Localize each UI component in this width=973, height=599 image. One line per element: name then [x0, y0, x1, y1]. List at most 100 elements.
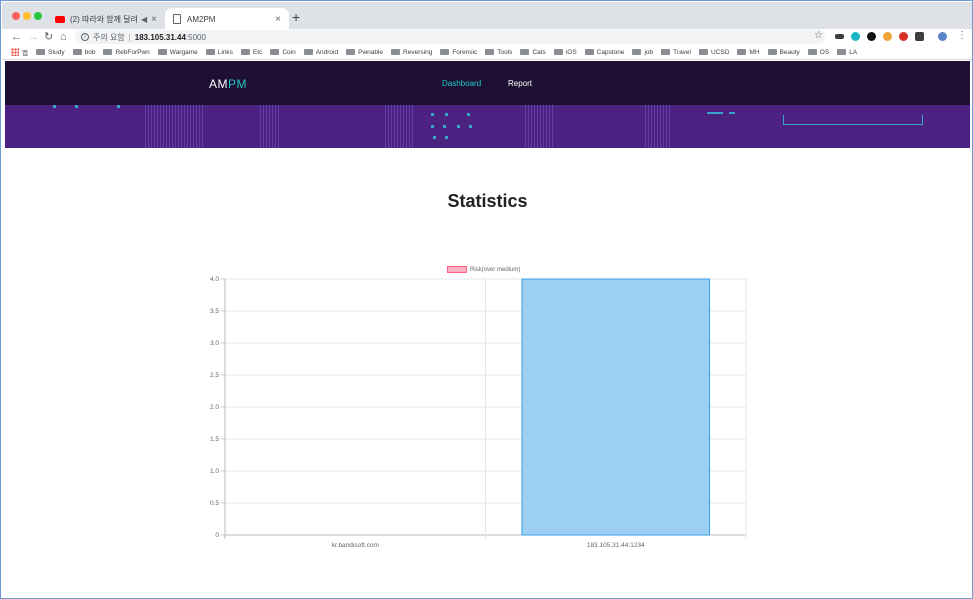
folder-icon	[35, 49, 45, 55]
bookmark-folder[interactable]: Pwnable	[346, 49, 383, 56]
bookmark-folder[interactable]: Tools	[485, 49, 512, 56]
profile-avatar-icon[interactable]	[938, 32, 947, 41]
hero-banner	[5, 105, 970, 148]
bookmark-folder[interactable]: RebForPwn	[103, 49, 150, 56]
decorative-stripes	[145, 105, 205, 148]
folder-icon	[240, 49, 250, 55]
folder-icon	[391, 49, 401, 55]
folder-icon	[485, 49, 495, 55]
info-icon[interactable]: i	[81, 33, 89, 41]
book-extension-icon[interactable]	[915, 32, 924, 41]
decorative-dot	[445, 113, 448, 116]
bookmark-folder[interactable]: Forensic	[440, 49, 477, 56]
youtube-icon	[55, 15, 65, 23]
bookmark-apps[interactable]: 앱	[22, 47, 28, 57]
x-tick-label: kr.bandisoft.com	[332, 542, 379, 549]
bookmark-folder[interactable]: UCSD	[699, 49, 729, 56]
folder-icon	[440, 49, 450, 55]
bookmark-folder[interactable]: Android	[303, 48, 339, 56]
bookmark-folder[interactable]: Cats	[520, 49, 546, 56]
decorative-stripes	[645, 105, 670, 148]
x-tick-label: 183.105.31.44:1234	[587, 542, 645, 549]
folder-icon	[72, 49, 82, 55]
y-tick-label: 2.5	[210, 372, 219, 379]
forward-arrow-icon[interactable]: →	[28, 30, 39, 44]
back-arrow-icon[interactable]: ←	[11, 30, 22, 44]
home-icon[interactable]: ⌂	[60, 30, 67, 44]
decorative-dot	[467, 113, 470, 116]
folder-icon	[632, 49, 642, 55]
page-title: Statistics	[447, 191, 528, 211]
folder-icon	[584, 49, 594, 55]
bookmark-folder[interactable]: OS	[807, 48, 830, 56]
nav-report[interactable]: Report	[508, 79, 532, 88]
bookmark-folder[interactable]: Travel	[661, 49, 691, 56]
logo-text-am: AM	[209, 77, 228, 91]
decorative-dot	[433, 136, 436, 139]
folder-icon	[767, 49, 777, 55]
close-window-button[interactable]	[12, 12, 20, 20]
y-tick-label: 0	[215, 532, 219, 539]
bookmark-folder[interactable]: bob	[72, 49, 95, 56]
minimize-window-button[interactable]	[23, 12, 31, 20]
bookmark-folder[interactable]: MH	[737, 49, 760, 56]
decorative-dot	[443, 125, 446, 128]
bookmark-folder[interactable]: job	[632, 49, 653, 56]
bookmark-label: Android	[315, 48, 339, 56]
folder-icon	[157, 49, 167, 55]
reload-icon[interactable]: ↻	[44, 30, 53, 44]
url-port: :5000	[185, 32, 206, 42]
bookmark-folder[interactable]: Links	[205, 48, 233, 56]
bookmark-label: Etc	[252, 48, 263, 56]
more-menu-icon[interactable]: ⋮	[957, 30, 967, 41]
browser-window: (2) 따라와 함께 달려가는 노동... ◀ × AM2PM × + ← → …	[0, 0, 973, 599]
folder-icon	[205, 49, 215, 55]
circle-extension-icon[interactable]	[867, 32, 876, 41]
bookmark-folder[interactable]: Etc	[240, 48, 263, 56]
bookmark-label: OS	[819, 48, 830, 56]
colorful-extension-icon[interactable]	[883, 32, 892, 41]
folder-icon	[270, 49, 280, 55]
page-icon	[173, 14, 181, 24]
tab-youtube[interactable]: (2) 따라와 함께 달려가는 노동... ◀ ×	[47, 8, 165, 30]
address-bar[interactable]: i 주의 요함 | 183.105.31.44 :5000	[75, 30, 825, 44]
maximize-window-button[interactable]	[34, 12, 42, 20]
apps-grid-icon[interactable]	[11, 48, 19, 56]
bookmark-label: Beauty	[779, 48, 800, 56]
bookmark-label: Travel	[673, 48, 691, 56]
decorative-dot	[457, 125, 460, 128]
logo-text-pm: PM	[228, 77, 247, 91]
decorative-stripes	[260, 105, 280, 148]
folder-icon	[837, 49, 847, 55]
bookmark-folder[interactable]: Wargame	[157, 48, 198, 56]
new-tab-button[interactable]: +	[292, 10, 300, 24]
tab-title: AM2PM	[187, 14, 216, 24]
bookmark-folder[interactable]: iOS	[553, 49, 577, 56]
folder-icon	[807, 49, 817, 55]
bookmark-label: Tools	[497, 48, 513, 56]
close-icon[interactable]: ×	[151, 14, 157, 25]
bookmark-label: Pwnable	[358, 48, 384, 56]
decorative-stripes	[525, 105, 555, 148]
nav-dashboard[interactable]: Dashboard	[442, 79, 481, 88]
bookmark-folder[interactable]: Beauty	[767, 48, 800, 56]
bookmark-folder[interactable]: Capstone	[584, 49, 624, 56]
teal-extension-icon[interactable]	[851, 32, 860, 41]
bookmark-folder[interactable]: Study	[35, 49, 65, 56]
red-extension-icon[interactable]	[899, 32, 908, 41]
url-host: 183.105.31.44	[134, 32, 186, 42]
close-icon[interactable]: ×	[275, 14, 281, 25]
bookmark-label: Links	[217, 48, 233, 56]
glasses-extension-icon[interactable]	[835, 34, 844, 39]
bookmark-folder[interactable]: Reversing	[391, 49, 432, 56]
bookmark-star-icon[interactable]: ☆	[814, 30, 823, 41]
site-logo[interactable]: AMPM	[209, 77, 247, 91]
decorative-dot	[53, 105, 56, 108]
speaker-icon[interactable]: ◀	[141, 15, 147, 24]
site-navbar: AMPM Dashboard Report	[5, 61, 970, 105]
bookmark-label: Wargame	[169, 48, 198, 56]
bookmark-folder[interactable]: LA	[837, 49, 857, 56]
bookmark-folder[interactable]: Coin	[270, 49, 296, 56]
bookmark-label: UCSD	[711, 48, 730, 56]
tab-am2pm[interactable]: AM2PM ×	[165, 8, 289, 30]
